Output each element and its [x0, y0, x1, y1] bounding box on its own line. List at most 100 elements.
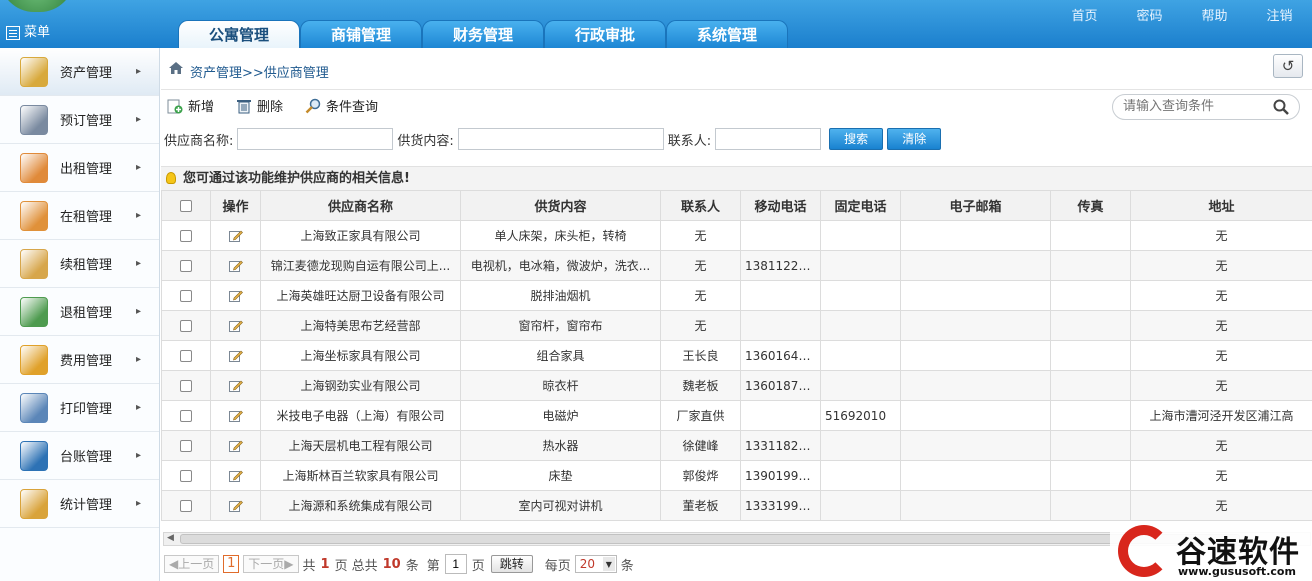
- search-button[interactable]: 搜索: [829, 128, 884, 150]
- table-row[interactable]: 上海坐标家具有限公司组合家具王长良13601645617 无: [161, 340, 1312, 371]
- sidebar-item-label: 退租管理: [60, 306, 113, 321]
- select-all-checkbox[interactable]: [180, 199, 192, 212]
- table-row[interactable]: 上海英雄旺达厨卫设备有限公司 脱排油烟机无无: [161, 280, 1312, 311]
- address-cell: 无: [1130, 490, 1312, 521]
- phone-cell: [820, 490, 901, 521]
- edit-icon[interactable]: [228, 230, 243, 242]
- home-icon: [169, 62, 183, 74]
- sidebar-item[interactable]: 出租管理 ▸: [0, 144, 159, 192]
- supply-content-cell: 热水器: [460, 430, 661, 461]
- row-checkbox[interactable]: [180, 290, 192, 302]
- refresh-button[interactable]: ↺: [1273, 54, 1303, 78]
- edit-icon[interactable]: [228, 380, 243, 392]
- edit-icon[interactable]: [228, 410, 243, 422]
- page-number-input[interactable]: [444, 554, 467, 574]
- edit-icon[interactable]: [228, 260, 243, 272]
- mobile-cell: 13811223344: [740, 250, 821, 281]
- row-checkbox[interactable]: [180, 440, 192, 452]
- col-header-phone[interactable]: 固定电话: [820, 190, 901, 221]
- scroll-left-icon[interactable]: ◀: [167, 533, 174, 543]
- col-header-mobile[interactable]: 移动电话: [740, 190, 821, 221]
- contact-cell: 无: [660, 310, 741, 341]
- tab-system[interactable]: 系统管理: [666, 20, 788, 48]
- table-row[interactable]: 上海钢劲实业有限公司晾衣杆魏老板13601876957 无: [161, 370, 1312, 401]
- edit-icon[interactable]: [228, 440, 243, 452]
- mobile-cell: [740, 220, 821, 251]
- delete-button[interactable]: 删除: [236, 96, 283, 115]
- tab-admin-approval[interactable]: 行政审批: [544, 20, 666, 48]
- logout-link[interactable]: 注销: [1247, 5, 1312, 24]
- row-checkbox[interactable]: [180, 410, 192, 422]
- chevron-right-icon: ▸: [135, 306, 141, 317]
- col-header-email[interactable]: 电子邮箱: [900, 190, 1051, 221]
- email-cell: [900, 490, 1051, 521]
- supply-content-input[interactable]: [457, 128, 664, 150]
- row-checkbox[interactable]: [180, 230, 192, 242]
- row-checkbox[interactable]: [180, 350, 192, 362]
- clear-button[interactable]: 清除: [887, 128, 942, 150]
- table-row[interactable]: 米技电子电器（上海）有限公司 电磁炉 厂家直供 51692010 上海市漕河泾开发区浦江…: [161, 400, 1312, 431]
- edit-icon[interactable]: [228, 290, 243, 302]
- edit-icon[interactable]: [228, 500, 243, 512]
- add-button[interactable]: 新增: [167, 96, 214, 115]
- col-header-supply-content[interactable]: 供货内容: [460, 190, 661, 221]
- sidebar-item[interactable]: 退租管理 ▸: [0, 288, 159, 336]
- col-header-action[interactable]: 操作: [210, 190, 261, 221]
- supplier-name-input[interactable]: [237, 128, 394, 150]
- table-row[interactable]: 上海斯林百兰软家具有限公司床垫郭俊烨13901998980 无: [161, 460, 1312, 491]
- edit-icon[interactable]: [228, 470, 243, 482]
- col-header-address[interactable]: 地址: [1130, 190, 1312, 221]
- phone-cell: [820, 460, 901, 491]
- home-link[interactable]: 首页: [1052, 5, 1117, 24]
- row-checkbox[interactable]: [180, 320, 192, 332]
- logo: [0, 0, 74, 12]
- table-row[interactable]: 上海特美思布艺经营部 窗帘杆，窗帘布无无: [161, 310, 1312, 341]
- edit-icon[interactable]: [228, 350, 243, 362]
- tab-apartment[interactable]: 公寓管理: [178, 20, 300, 48]
- phone-cell: [820, 430, 901, 461]
- total-label: 总共: [351, 558, 378, 574]
- current-page-button[interactable]: 1: [223, 555, 240, 573]
- table-row[interactable]: 上海致正家具有限公司 单人床架，床头柜，转椅无无: [161, 220, 1312, 251]
- col-header-fax[interactable]: 传真: [1050, 190, 1131, 221]
- table-row[interactable]: 上海源和系统集成有限公司室内可视对讲机董老板13331992961 无: [161, 490, 1312, 521]
- jump-button[interactable]: 跳转: [490, 555, 533, 573]
- sidebar-item[interactable]: 台账管理 ▸: [0, 432, 159, 480]
- sidebar-item[interactable]: 在租管理 ▸: [0, 192, 159, 240]
- quick-search-input[interactable]: [1123, 99, 1263, 114]
- help-link[interactable]: 帮助: [1182, 5, 1247, 24]
- contact-input[interactable]: [715, 128, 822, 150]
- search-icon[interactable]: [1273, 99, 1289, 115]
- chevron-right-icon: ▸: [135, 114, 141, 125]
- supplier-name-cell: 上海坐标家具有限公司: [260, 340, 461, 371]
- sidebar-item[interactable]: 打印管理 ▸: [0, 384, 159, 432]
- col-header-supplier-name[interactable]: 供应商名称: [260, 190, 461, 221]
- sidebar-item[interactable]: 费用管理 ▸: [0, 336, 159, 384]
- query-button[interactable]: 条件查询: [305, 96, 378, 115]
- row-checkbox[interactable]: [180, 500, 192, 512]
- next-page-button[interactable]: 下一页▶: [243, 555, 299, 573]
- password-link[interactable]: 密码: [1117, 5, 1182, 24]
- per-page-select[interactable]: 20: [574, 555, 617, 573]
- row-checkbox[interactable]: [180, 470, 192, 482]
- prev-page-button[interactable]: ◀上一页: [164, 555, 220, 573]
- tab-shop[interactable]: 商铺管理: [300, 20, 422, 48]
- sidebar-item[interactable]: 续租管理 ▸: [0, 240, 159, 288]
- sidebar-item[interactable]: 统计管理 ▸: [0, 480, 159, 528]
- scrollbar-thumb[interactable]: [180, 534, 1240, 544]
- sidebar-item[interactable]: 预订管理 ▸: [0, 96, 159, 144]
- row-action-cell: [210, 310, 261, 341]
- table-row[interactable]: 锦江麦德龙现购自运有限公司上... 电视机，电冰箱，微波炉，洗衣... 无 13811…: [161, 250, 1312, 281]
- tab-finance[interactable]: 财务管理: [422, 20, 544, 48]
- row-checkbox[interactable]: [180, 380, 192, 392]
- col-header-contact[interactable]: 联系人: [660, 190, 741, 221]
- page-unit: 页: [334, 558, 348, 574]
- row-checkbox[interactable]: [180, 260, 192, 272]
- menu-toggle-button[interactable]: 菜单: [0, 20, 60, 46]
- supply-content-cell: 组合家具: [460, 340, 661, 371]
- add-icon: [167, 99, 183, 113]
- breadcrumb[interactable]: 资产管理>>供应商管理: [190, 62, 329, 81]
- sidebar-item[interactable]: 资产管理 ▸: [0, 48, 159, 96]
- table-row[interactable]: 上海天层机电工程有限公司热水器徐健峰13311826286 无: [161, 430, 1312, 461]
- edit-icon[interactable]: [228, 320, 243, 332]
